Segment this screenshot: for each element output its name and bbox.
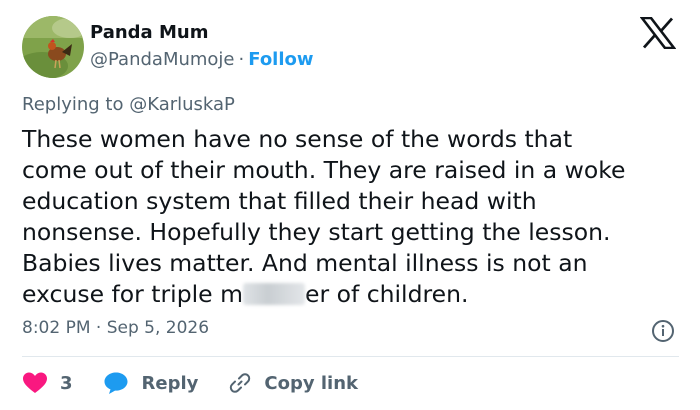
copy-link-button[interactable]: Copy link: [228, 371, 358, 395]
copy-link-label: Copy link: [264, 372, 358, 394]
reply-button[interactable]: Reply: [103, 371, 199, 395]
action-bar: 3 Reply Copy link: [22, 366, 358, 400]
separator-dot: ·: [238, 49, 245, 70]
tweet-line: education system that filled their head …: [22, 187, 537, 215]
link-icon: [230, 373, 251, 393]
divider: [22, 356, 679, 357]
avatar[interactable]: [22, 16, 84, 78]
x-logo-icon[interactable]: [640, 17, 676, 49]
follow-button[interactable]: Follow: [248, 49, 313, 70]
author-handle[interactable]: @PandaMumoje: [90, 49, 235, 70]
replying-to: Replying to @KarluskaP: [22, 94, 235, 115]
author-handle-row: @PandaMumoje · Follow: [90, 49, 314, 70]
like-button[interactable]: 3: [22, 371, 73, 395]
heart-icon: [23, 372, 47, 393]
author-display-name[interactable]: Panda Mum: [90, 22, 208, 43]
tweet-text-after-censor: er of children.: [304, 280, 469, 308]
tweet-timestamp[interactable]: 8:02 PM · Sep 5, 2026: [22, 318, 209, 338]
like-count: 3: [60, 372, 73, 394]
replying-to-mention[interactable]: @KarluskaP: [129, 94, 235, 115]
censored-word-blur: [242, 283, 305, 305]
tweet-text: These women have no sense of the words t…: [22, 124, 687, 310]
reply-label: Reply: [141, 372, 199, 394]
tweet-line: Babies lives matter. And mental illness …: [22, 249, 588, 277]
tweet-line: These women have no sense of the words t…: [22, 125, 573, 153]
reply-bubble-icon: [104, 372, 128, 394]
tweet-line: come out of their mouth. They are raised…: [22, 156, 626, 184]
tweet-line-last: excuse for triple m er of children.: [22, 279, 687, 310]
rooster-avatar-icon: [22, 16, 84, 78]
tweet-text-before-censor: excuse for triple m: [22, 280, 243, 308]
replying-to-prefix: Replying to: [22, 94, 124, 115]
tweet-line: nonsense. Hopefully they start getting t…: [22, 218, 611, 246]
info-icon[interactable]: [651, 319, 675, 343]
